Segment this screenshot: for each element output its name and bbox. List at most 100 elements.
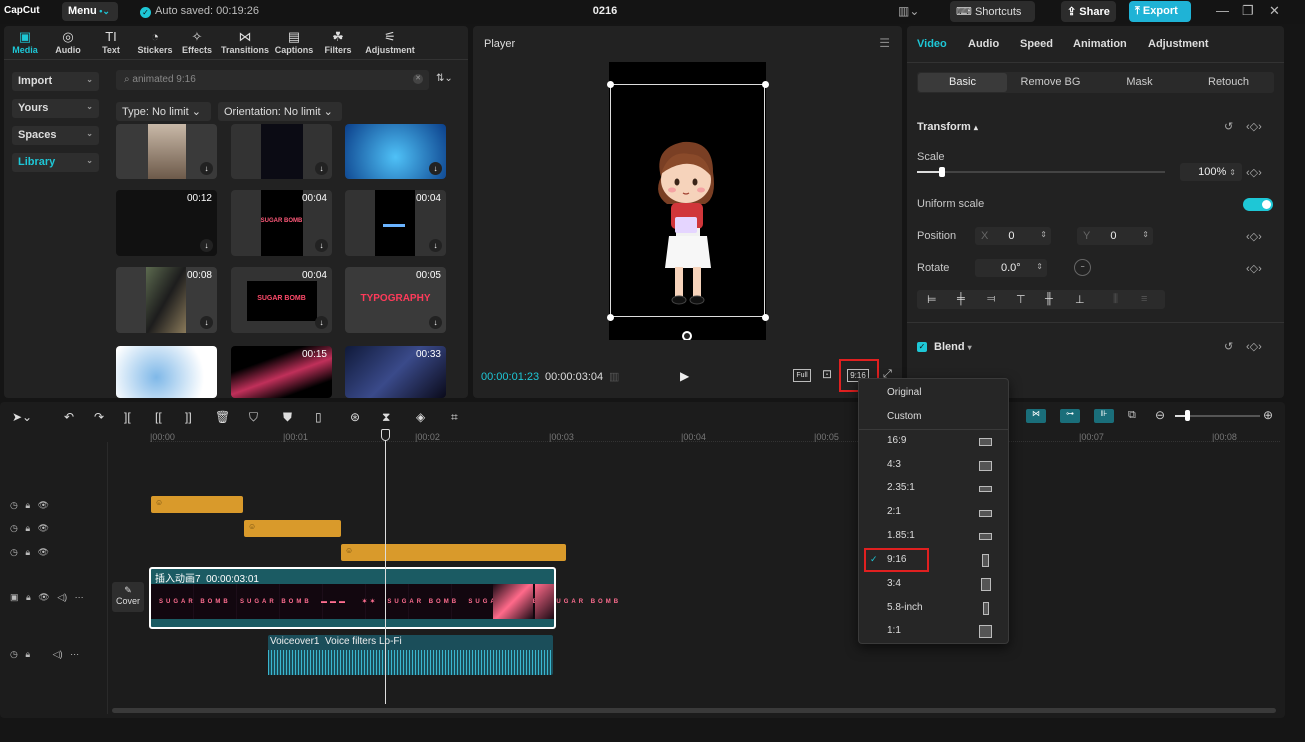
- resize-handle[interactable]: [607, 81, 614, 88]
- blend-section-title[interactable]: Blend ▾: [934, 341, 972, 353]
- media-thumbnail[interactable]: 00:33: [345, 346, 446, 398]
- tab-filters[interactable]: ☘ Filters: [322, 29, 354, 55]
- tab-animation[interactable]: Animation: [1073, 38, 1127, 50]
- keyframe-icon[interactable]: ‹◇›: [1246, 166, 1262, 179]
- transform-section-title[interactable]: Transform ▴: [917, 121, 978, 133]
- media-thumbnail[interactable]: TYPOGRAPHY 00:05 ↓: [345, 267, 446, 333]
- align-center-vertical-icon[interactable]: ╫: [1045, 293, 1053, 305]
- ratio-option-5-8-inch[interactable]: 5.8-inch: [859, 597, 1008, 620]
- track-controls[interactable]: ◷ 🔒︎ 👁︎: [10, 500, 49, 511]
- split-right-icon[interactable]: ]]: [185, 410, 192, 424]
- full-quality-button[interactable]: Full: [793, 369, 811, 382]
- ratio-option-16-9[interactable]: 16:9: [859, 430, 1008, 453]
- rotate-field[interactable]: 0.0° ⇕: [975, 259, 1047, 277]
- ratio-option-4-3[interactable]: 4:3: [859, 454, 1008, 477]
- media-thumbnail[interactable]: 00:04 ↓: [345, 190, 446, 256]
- download-icon[interactable]: ↓: [200, 162, 213, 175]
- voiceover-audio-clip[interactable]: Voiceover1 Voice filters Lo-Fi: [268, 635, 553, 675]
- timeline-scrollbar[interactable]: [112, 708, 1276, 713]
- tab-captions[interactable]: ▤ Captions: [274, 29, 314, 55]
- export-button[interactable]: ⤒ Export: [1129, 1, 1191, 22]
- zoom-in-icon[interactable]: ⊕: [1263, 408, 1273, 422]
- tab-media[interactable]: ▣ Media: [10, 29, 40, 55]
- scale-value-field[interactable]: 100% ⇕: [1180, 163, 1242, 181]
- tab-adjustment[interactable]: ⚟ Adjustment: [362, 29, 418, 55]
- shortcuts-button[interactable]: ⌨ Shortcuts: [950, 1, 1035, 22]
- media-thumbnail[interactable]: SUGAR BOMB 00:04 ↓: [231, 190, 332, 256]
- type-filter-dropdown[interactable]: Type: No limit ⌄: [116, 102, 211, 121]
- tab-effects[interactable]: ✧ Effects: [180, 29, 214, 55]
- tab-adjustment-props[interactable]: Adjustment: [1148, 38, 1209, 50]
- keyframe-icon[interactable]: ‹◇›: [1246, 340, 1262, 353]
- screenshot-icon[interactable]: ⊡: [822, 367, 832, 381]
- mark-icon[interactable]: ⛉: [249, 410, 258, 425]
- track-controls[interactable]: ◷ 🔒︎ 👁︎: [10, 547, 49, 558]
- split-left-icon[interactable]: [[: [155, 410, 162, 424]
- waveform-icon[interactable]: ▥: [609, 370, 619, 383]
- sticker-clip[interactable]: ☺: [151, 496, 243, 513]
- play-icon[interactable]: ▶: [680, 369, 689, 383]
- time-ruler[interactable]: [150, 428, 1280, 442]
- shield-icon[interactable]: ⛊: [283, 410, 292, 425]
- split-audio-icon[interactable]: ⊪: [1094, 409, 1114, 423]
- mirror-icon[interactable]: ⧗: [382, 410, 390, 425]
- zoom-slider[interactable]: [1175, 410, 1260, 421]
- align-left-icon[interactable]: ⊨: [927, 293, 937, 306]
- preview-axis-icon[interactable]: ⧉: [1128, 409, 1136, 422]
- ratio-option-1-85-1[interactable]: 1.85:1: [859, 525, 1008, 548]
- main-video-clip[interactable]: 插入动画7 00:00:03:01 SUGAR BOMB SUGAR BOMB …: [149, 567, 618, 629]
- keyframe-icon[interactable]: ‹◇›: [1246, 230, 1262, 243]
- stepper-icon[interactable]: ⇕: [1142, 230, 1149, 239]
- download-icon[interactable]: ↓: [315, 162, 328, 175]
- subtab-remove-bg[interactable]: Remove BG: [1006, 76, 1095, 88]
- minimize-icon[interactable]: —: [1216, 3, 1229, 18]
- clear-icon[interactable]: ✕: [413, 74, 423, 84]
- media-thumbnail[interactable]: ↓: [231, 124, 332, 179]
- tab-speed[interactable]: Speed: [1020, 38, 1053, 50]
- share-button[interactable]: ⇪ Share: [1061, 1, 1116, 22]
- redo-icon[interactable]: ↷: [94, 410, 104, 424]
- align-right-icon[interactable]: ⫤: [987, 293, 995, 306]
- tab-stickers[interactable]: ◔ Stickers: [136, 29, 174, 55]
- ratio-option-3-4[interactable]: 3:4: [859, 573, 1008, 596]
- reset-icon[interactable]: ↺: [1224, 120, 1233, 133]
- playhead-handle[interactable]: [381, 429, 390, 441]
- distribute-horizontal-icon[interactable]: ⫼: [1113, 293, 1118, 306]
- keyframe-icon[interactable]: ‹◇›: [1246, 262, 1262, 275]
- split-icon[interactable]: ][: [124, 410, 131, 424]
- video-track-controls[interactable]: ▣ 🔒︎ 👁︎ ◁) ⋯: [10, 592, 84, 603]
- download-icon[interactable]: ↓: [200, 239, 213, 252]
- download-icon[interactable]: ↓: [429, 316, 442, 329]
- tab-audio-props[interactable]: Audio: [968, 38, 999, 50]
- scale-slider-knob[interactable]: [939, 167, 945, 177]
- selection-box[interactable]: [610, 84, 765, 317]
- tab-audio[interactable]: ◎ Audio: [52, 29, 84, 55]
- align-top-icon[interactable]: ⊤: [1016, 293, 1026, 306]
- subtab-mask[interactable]: Mask: [1095, 76, 1184, 88]
- rotate-dial-icon[interactable]: −: [1074, 259, 1091, 276]
- cover-button[interactable]: ✎ Cover: [112, 582, 144, 612]
- media-thumbnail[interactable]: SUGAR BOMB 00:04 ↓: [231, 267, 332, 333]
- tab-text[interactable]: TI Text: [96, 29, 126, 55]
- scale-slider[interactable]: [917, 167, 1165, 177]
- zoom-slider-knob[interactable]: [1185, 410, 1190, 421]
- align-bottom-icon[interactable]: ⊥: [1075, 293, 1085, 306]
- subtab-basic[interactable]: Basic: [918, 73, 1007, 92]
- resize-handle[interactable]: [762, 81, 769, 88]
- audio-track-controls[interactable]: ◷ 🔒︎ ◁) ⋯: [10, 649, 79, 660]
- media-thumbnail[interactable]: 00:12 ↓: [116, 190, 217, 256]
- maximize-icon[interactable]: ❐: [1242, 3, 1254, 19]
- media-thumbnail[interactable]: [116, 346, 217, 398]
- sidebar-item-import[interactable]: Import ⌄: [12, 72, 99, 91]
- position-y-field[interactable]: Y 0 ⇕: [1077, 227, 1153, 245]
- blend-checkbox[interactable]: ✓: [917, 342, 927, 352]
- sticker-clip[interactable]: ☺: [341, 544, 566, 561]
- reset-icon[interactable]: ↺: [1224, 340, 1233, 353]
- undo-icon[interactable]: ↶: [64, 410, 74, 424]
- sidebar-item-library[interactable]: Library ⌄: [12, 153, 99, 172]
- magnet-icon[interactable]: ⋈: [1026, 409, 1046, 423]
- resize-handle[interactable]: [607, 314, 614, 321]
- delete-icon[interactable]: 🗑: [215, 410, 230, 424]
- subtab-retouch[interactable]: Retouch: [1184, 76, 1273, 88]
- select-tool-icon[interactable]: ➤⌄: [12, 410, 32, 424]
